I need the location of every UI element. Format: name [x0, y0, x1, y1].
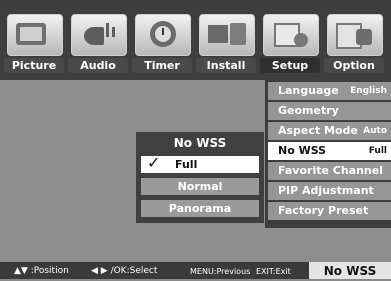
menu-item-label: Aspect Mode — [278, 124, 358, 137]
menu-item-pip-adjustment[interactable]: PIP Adjustmant — [268, 182, 391, 200]
install-icon — [199, 14, 255, 56]
help-previous: MENU:Previous — [190, 267, 251, 276]
picture-icon — [7, 14, 63, 56]
menu-item-label: Geometry — [278, 104, 339, 117]
menu-item-value: English — [350, 86, 387, 96]
option-label: Normal — [177, 180, 223, 193]
option-label: Panorama — [168, 202, 232, 215]
top-tab-bar: Picture Audio Timer Install Setup Option — [0, 0, 391, 80]
menu-item-label: Factory Preset — [278, 204, 369, 217]
no-wss-popup: No WSS ✓ Full Normal Panorama — [136, 132, 264, 223]
setup-menu: Language English Geometry Aspect Mode Au… — [265, 80, 391, 228]
tab-picture[interactable]: Picture — [4, 8, 64, 75]
popup-option-full[interactable]: ✓ Full — [141, 153, 259, 173]
tab-setup[interactable]: Setup — [260, 8, 320, 75]
timer-icon — [135, 14, 191, 56]
help-exit: EXIT:Exit — [256, 267, 291, 276]
menu-item-label: No WSS — [278, 144, 327, 157]
menu-item-label: Favorite Channel — [278, 164, 383, 177]
popup-option-panorama[interactable]: Panorama — [141, 200, 259, 217]
help-position: ▲▼ :Position — [14, 266, 69, 276]
tab-audio[interactable]: Audio — [68, 8, 128, 75]
check-icon: ✓ — [147, 153, 161, 172]
menu-item-value: Auto — [363, 126, 387, 136]
menu-item-favorite-channel[interactable]: Favorite Channel — [268, 162, 391, 180]
menu-item-aspect-mode[interactable]: Aspect Mode Auto — [268, 122, 391, 140]
option-label: Full — [175, 158, 198, 171]
menu-item-value: Full — [368, 146, 387, 156]
tv-osd-screen: Picture Audio Timer Install Setup Option… — [0, 0, 391, 279]
tab-label: Install — [196, 58, 256, 73]
tab-label: Audio — [68, 58, 128, 73]
audio-icon — [71, 14, 127, 56]
option-icon — [327, 14, 383, 56]
popup-option-normal[interactable]: Normal — [141, 178, 259, 195]
menu-item-label: PIP Adjustmant — [278, 184, 374, 197]
tab-label: Option — [324, 58, 384, 73]
menu-item-language[interactable]: Language English — [268, 82, 391, 100]
popup-title: No WSS — [173, 136, 227, 150]
menu-item-factory-preset[interactable]: Factory Preset — [268, 202, 391, 220]
tab-option[interactable]: Option — [324, 8, 384, 75]
menu-item-no-wss[interactable]: No WSS Full — [268, 142, 391, 160]
tab-label: Setup — [260, 58, 320, 73]
tab-timer[interactable]: Timer — [132, 8, 192, 75]
status-label: No WSS — [309, 262, 391, 279]
menu-item-geometry[interactable]: Geometry — [268, 102, 391, 120]
tab-label: Picture — [4, 58, 64, 73]
setup-icon — [263, 14, 319, 56]
help-select: ◀ ▶ /OK:Select — [91, 266, 158, 276]
tab-install[interactable]: Install — [196, 8, 256, 75]
tab-label: Timer — [132, 58, 192, 73]
menu-item-label: Language — [278, 84, 339, 97]
